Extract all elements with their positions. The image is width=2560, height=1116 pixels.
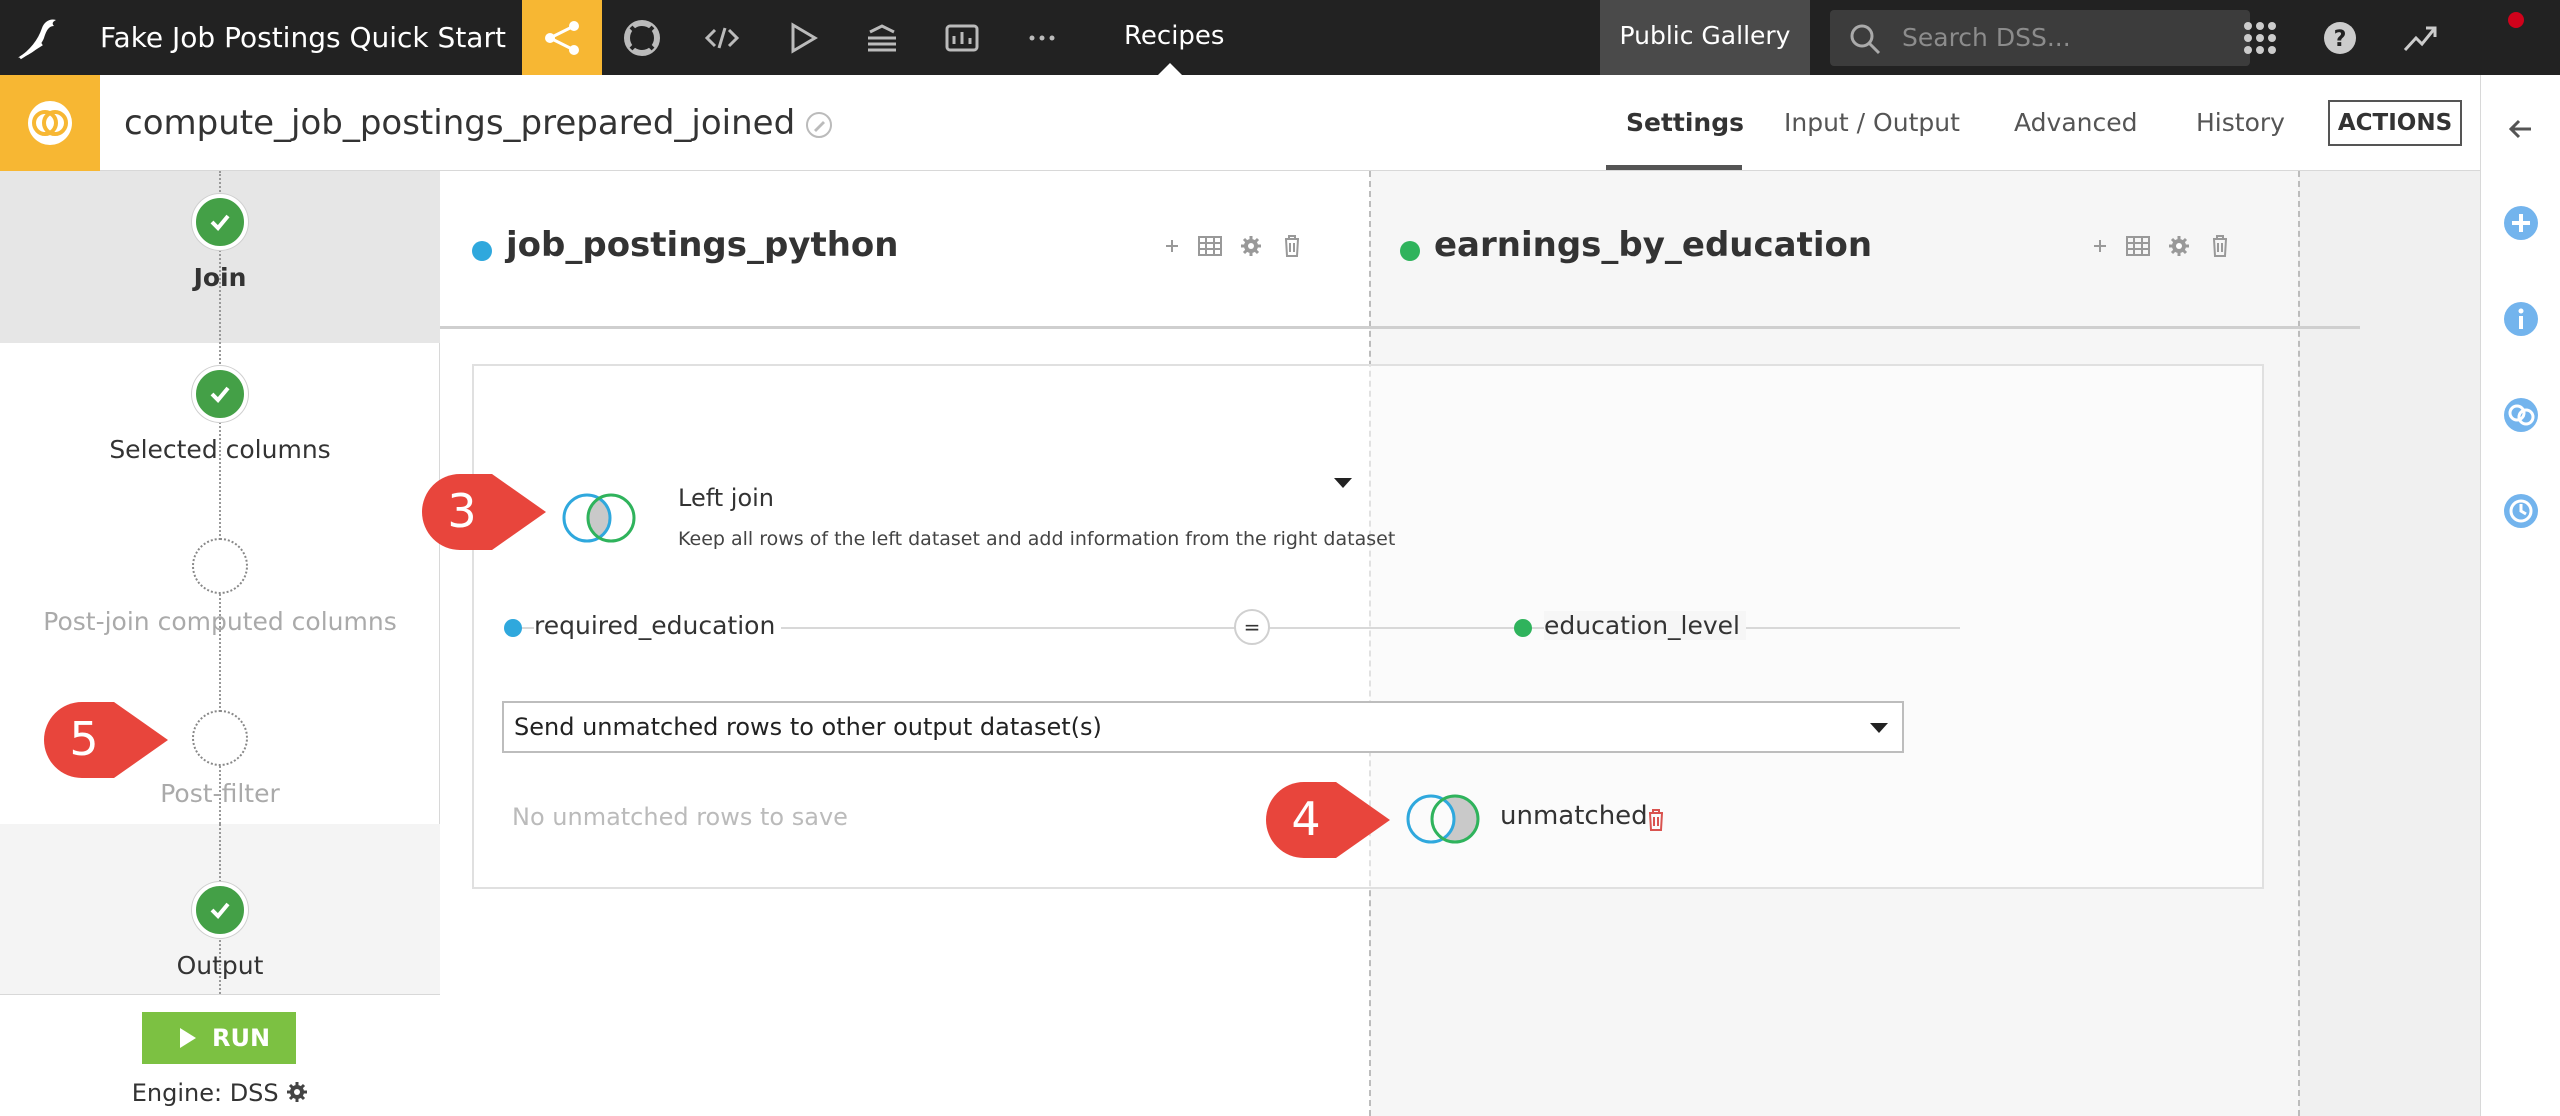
actions-button[interactable]: ACTIONS — [2328, 100, 2462, 146]
search-placeholder: Search DSS... — [1902, 23, 2071, 52]
back-arrow-icon[interactable] — [2501, 109, 2541, 149]
add-dataset-column — [2299, 171, 2480, 1116]
dashboard-icon[interactable] — [942, 18, 982, 58]
left-key-column[interactable]: required_education — [534, 611, 782, 640]
edit-metadata-icon[interactable] — [804, 110, 834, 144]
tab-history[interactable]: History — [2196, 75, 2285, 171]
step-output-label: Output — [176, 951, 264, 980]
dss-bird-logo-icon[interactable] — [12, 14, 68, 62]
dataset-header-rule — [440, 326, 2360, 329]
gear-icon[interactable] — [1238, 231, 1264, 265]
step-post-join-computed-circle-icon[interactable] — [192, 538, 248, 594]
column-divider-end — [2298, 171, 2300, 1116]
right-rail — [2480, 75, 2560, 1116]
add-column-icon[interactable] — [1160, 231, 1184, 265]
join-operator[interactable]: = — [1234, 609, 1270, 645]
table-icon[interactable] — [1196, 231, 1224, 265]
play-icon — [180, 1028, 196, 1048]
right-dataset-tools — [2088, 231, 2238, 261]
step-join-check-icon — [192, 194, 248, 250]
callout-3-number: 3 — [447, 484, 477, 538]
unmatched-rows-select-value: Send unmatched rows to other output data… — [514, 713, 1102, 741]
unmatched-rows-select[interactable]: Send unmatched rows to other output data… — [502, 701, 1904, 753]
engine-label: Engine: DSS — [131, 1079, 279, 1107]
join-type-label[interactable]: Left join — [678, 484, 774, 512]
tab-settings[interactable]: Settings — [1626, 75, 1744, 171]
unmatched-output-name[interactable]: unmatched — [1500, 801, 1648, 831]
code-icon[interactable] — [702, 18, 742, 58]
section-caret — [1158, 63, 1182, 75]
flow-nav-button[interactable] — [522, 0, 602, 75]
callout-5: 5 — [40, 700, 170, 784]
trash-icon[interactable] — [2208, 231, 2232, 265]
left-key-dot — [504, 619, 522, 637]
search-icon — [1850, 24, 1881, 55]
top-nav-bar: Fake Job Postings Quick Start Recipes Pu… — [0, 0, 2560, 75]
no-unmatched-text: No unmatched rows to save — [512, 803, 848, 831]
join-type-description: Keep all rows of the left dataset and ad… — [678, 528, 1396, 550]
table-icon[interactable] — [2124, 231, 2152, 265]
tab-advanced[interactable]: Advanced — [2014, 75, 2138, 171]
join-recipe-icon — [0, 75, 100, 171]
step-post-filter-circle-icon[interactable] — [192, 710, 248, 766]
step-selected-columns-check-icon[interactable] — [192, 366, 248, 422]
callout-3: 3 — [418, 472, 548, 556]
unmatched-venn-icon[interactable] — [1398, 791, 1488, 851]
run-button[interactable]: RUN — [142, 1012, 296, 1064]
discussions-icon[interactable] — [2501, 395, 2541, 435]
timeline-clock-icon[interactable] — [2501, 491, 2541, 531]
right-dataset-color-dot — [1400, 241, 1420, 261]
right-key-dot — [1514, 619, 1532, 637]
run-icon[interactable] — [782, 18, 822, 58]
callout-4-number: 4 — [1291, 792, 1321, 846]
step-join-label: Join — [193, 263, 247, 292]
add-column-icon[interactable] — [2088, 231, 2112, 265]
right-dataset-name[interactable]: earnings_by_education — [1434, 225, 1872, 265]
run-button-label: RUN — [212, 1024, 271, 1052]
search-input[interactable]: Search DSS... — [1830, 10, 2250, 66]
add-icon[interactable] — [2501, 203, 2541, 243]
tab-input-output[interactable]: Input / Output — [1784, 75, 1960, 171]
left-join-venn-icon[interactable] — [554, 490, 644, 550]
unmatched-trash-icon[interactable] — [1644, 805, 1668, 839]
stack-icon[interactable] — [862, 18, 902, 58]
step-output-check-icon — [192, 882, 248, 938]
flow-icon — [545, 21, 579, 55]
notification-dot[interactable] — [2508, 12, 2524, 28]
trending-icon[interactable] — [2400, 18, 2440, 58]
recipe-steps-sidebar: Join Selected columns Post-join computed… — [0, 171, 440, 1116]
chevron-down-icon — [1870, 723, 1888, 733]
recipe-title[interactable]: compute_job_postings_prepared_joined — [124, 75, 795, 171]
trash-icon[interactable] — [1280, 231, 1304, 265]
more-icon[interactable] — [1022, 18, 1062, 58]
info-icon[interactable] — [2501, 299, 2541, 339]
engine-gear-icon[interactable] — [286, 1081, 308, 1103]
left-dataset-tools — [1160, 231, 1310, 261]
step-post-join-computed-label[interactable]: Post-join computed columns — [0, 607, 440, 636]
engine-selector[interactable]: Engine: DSS — [0, 1079, 440, 1107]
apps-grid-icon[interactable] — [2240, 18, 2280, 58]
join-settings-area: job_postings_python earnings_by_educatio… — [440, 171, 2480, 1116]
svg-text:?: ? — [2334, 27, 2347, 52]
project-title[interactable]: Fake Job Postings Quick Start — [100, 0, 506, 75]
recipe-header: compute_job_postings_prepared_joined Set… — [0, 75, 2480, 171]
gear-icon[interactable] — [2166, 231, 2192, 265]
step-selected-columns-label[interactable]: Selected columns — [0, 435, 440, 464]
lifebuoy-icon[interactable] — [622, 18, 662, 58]
join-type-dropdown-caret[interactable] — [1334, 478, 1352, 488]
public-gallery-button[interactable]: Public Gallery — [1600, 0, 1810, 75]
right-key-column[interactable]: education_level — [1544, 611, 1746, 640]
callout-5-number: 5 — [69, 712, 99, 766]
run-panel: RUN Engine: DSS — [0, 994, 440, 1116]
left-dataset-color-dot — [472, 241, 492, 261]
callout-4: 4 — [1262, 780, 1392, 864]
active-tab-indicator — [1606, 165, 1742, 170]
help-icon[interactable]: ? — [2320, 18, 2360, 58]
left-dataset-name[interactable]: job_postings_python — [506, 225, 899, 265]
